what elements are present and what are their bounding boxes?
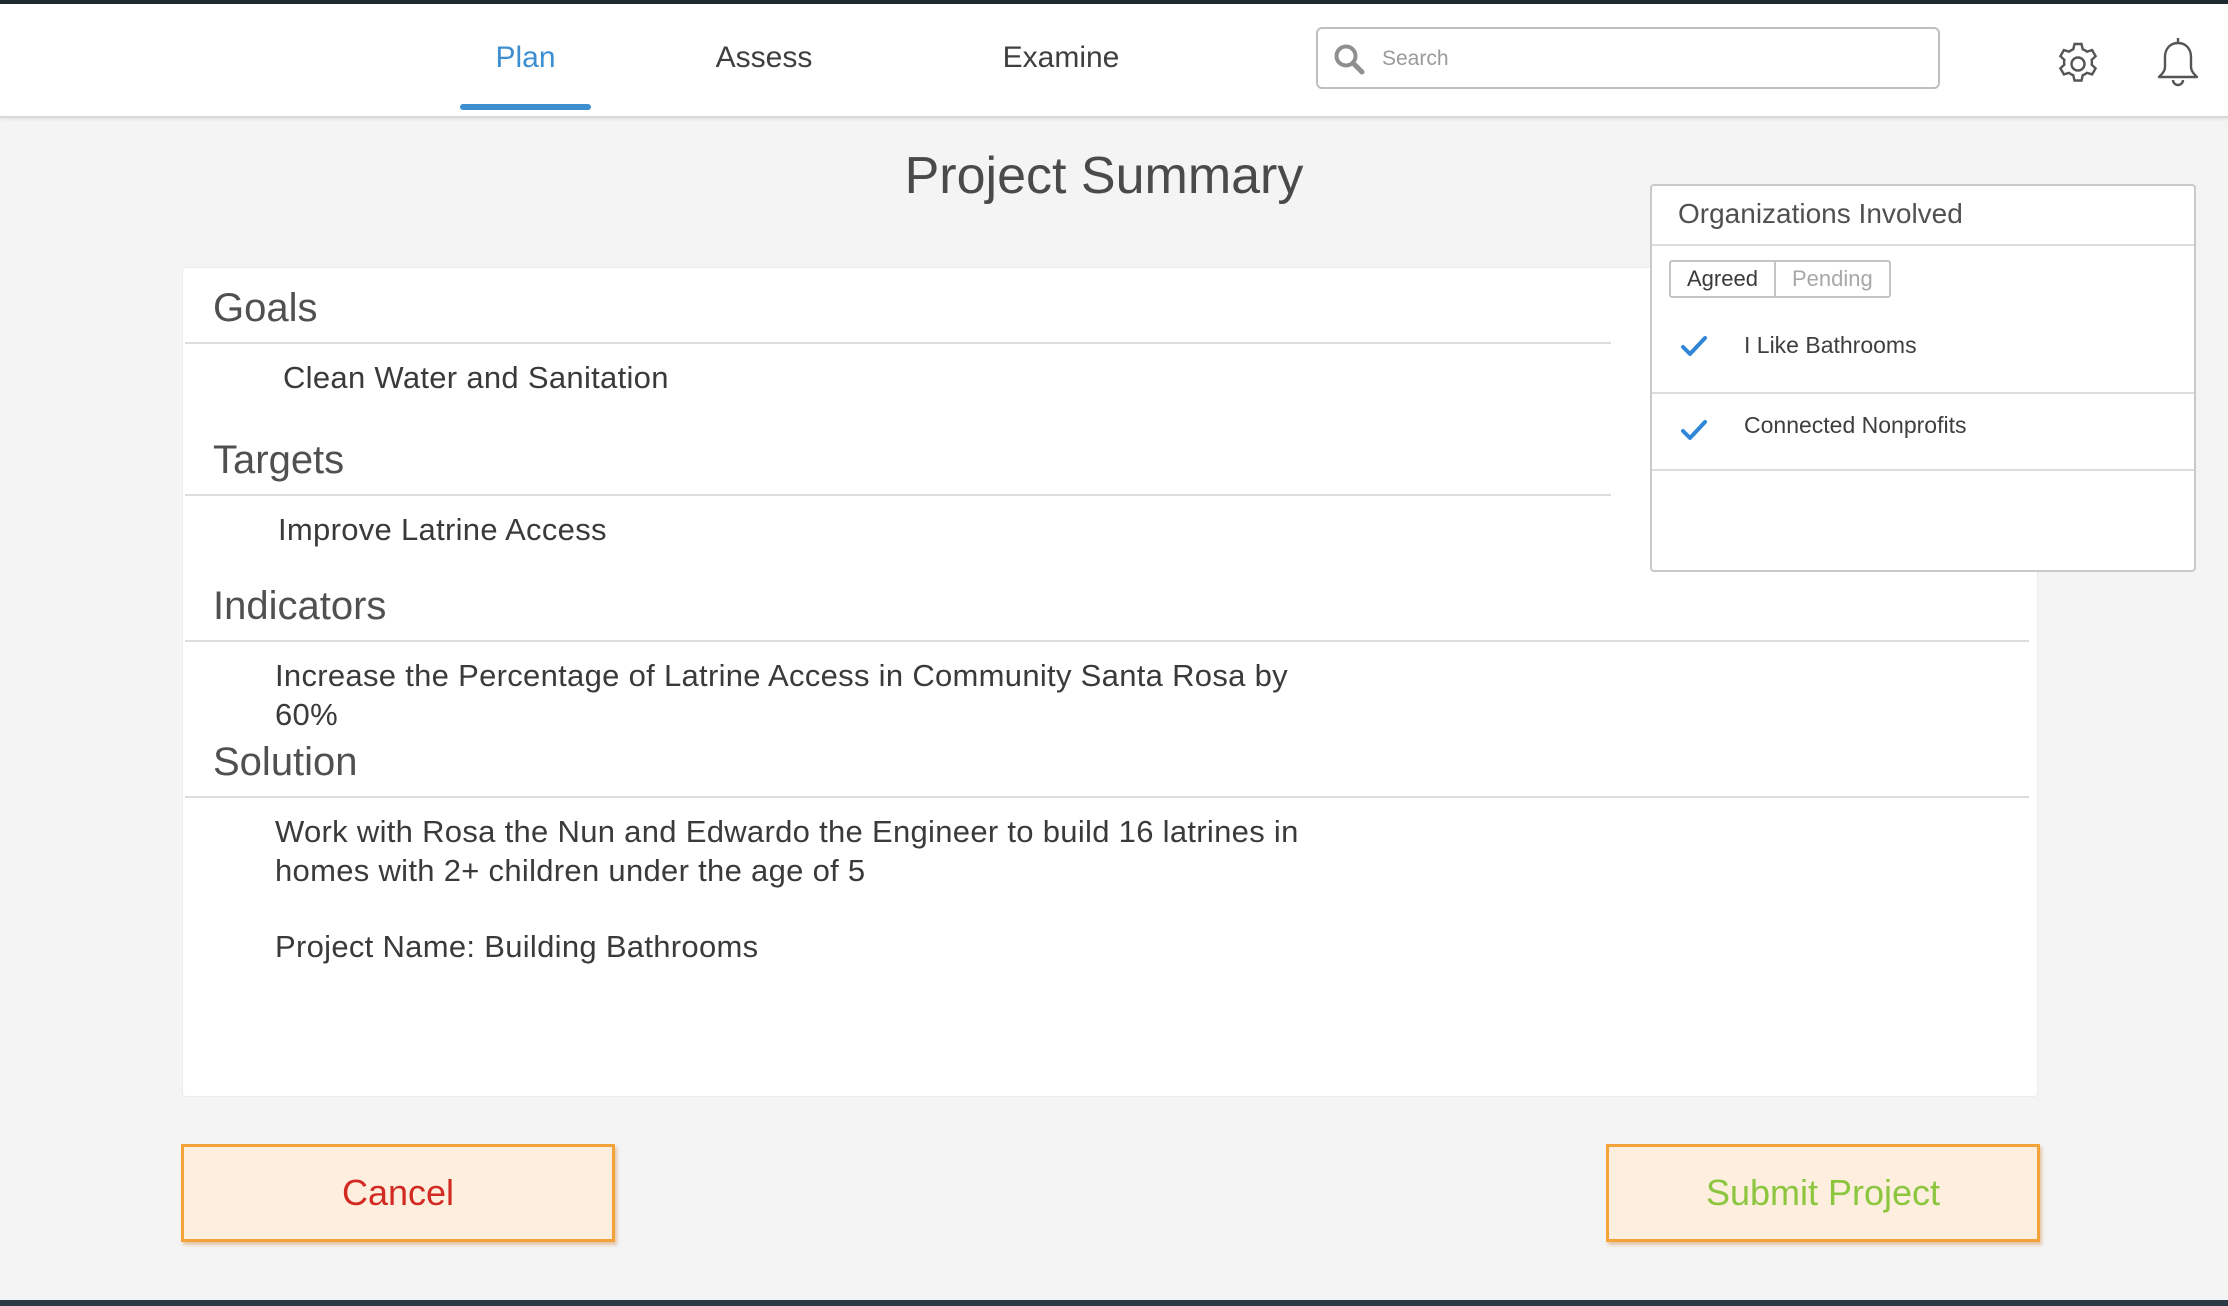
indicators-line-1: Increase the Percentage of Latrine Acces… — [275, 658, 1288, 693]
indicators-line-2: 60% — [275, 697, 338, 732]
check-icon — [1681, 420, 1707, 440]
org-divider — [1652, 469, 2194, 471]
search-box[interactable] — [1316, 27, 1940, 89]
solution-value: Work with Rosa the Nun and Edwardo the E… — [275, 812, 1299, 890]
goals-value: Clean Water and Sanitation — [283, 360, 669, 395]
goals-divider — [185, 342, 1611, 344]
active-tab-indicator — [460, 104, 591, 110]
check-icon — [1681, 336, 1707, 356]
indicators-value: Increase the Percentage of Latrine Acces… — [275, 656, 1288, 734]
targets-value: Improve Latrine Access — [278, 512, 607, 547]
solution-divider — [185, 796, 2029, 798]
top-nav-bar: Plan Assess Examine — [0, 4, 2228, 118]
solution-line-1: Work with Rosa the Nun and Edwardo the E… — [275, 814, 1299, 849]
solution-heading: Solution — [213, 740, 358, 784]
tab-examine[interactable]: Examine — [990, 4, 1132, 110]
indicators-heading: Indicators — [213, 584, 387, 628]
search-icon — [1334, 44, 1365, 75]
tab-assess[interactable]: Assess — [690, 4, 838, 110]
gear-icon[interactable] — [2054, 40, 2102, 88]
organizations-title-divider — [1652, 244, 2194, 246]
goals-heading: Goals — [213, 286, 318, 330]
organizations-panel: Organizations Involved Agreed Pending I … — [1650, 184, 2196, 572]
indicators-divider — [185, 640, 2029, 642]
org-item-i-like-bathrooms[interactable]: I Like Bathrooms — [1652, 308, 2194, 384]
agreed-pending-toggle: Agreed Pending — [1669, 260, 1891, 298]
solution-line-2: homes with 2+ children under the age of … — [275, 853, 866, 888]
agreed-tab[interactable]: Agreed — [1671, 262, 1776, 296]
window-bottom-edge — [0, 1300, 2228, 1306]
bell-icon[interactable] — [2156, 36, 2200, 88]
org-name: I Like Bathrooms — [1744, 332, 1917, 358]
organizations-title: Organizations Involved — [1678, 198, 1963, 229]
org-item-connected-nonprofits[interactable]: Connected Nonprofits — [1652, 394, 2194, 470]
submit-project-button[interactable]: Submit Project — [1606, 1144, 2040, 1242]
targets-divider — [185, 494, 1611, 496]
project-name: Project Name: Building Bathrooms — [275, 929, 759, 964]
search-input[interactable] — [1380, 37, 1924, 81]
tab-plan[interactable]: Plan — [460, 4, 591, 110]
org-name: Connected Nonprofits — [1744, 412, 1967, 438]
cancel-button[interactable]: Cancel — [181, 1144, 615, 1242]
targets-heading: Targets — [213, 438, 345, 482]
pending-tab[interactable]: Pending — [1776, 262, 1889, 296]
